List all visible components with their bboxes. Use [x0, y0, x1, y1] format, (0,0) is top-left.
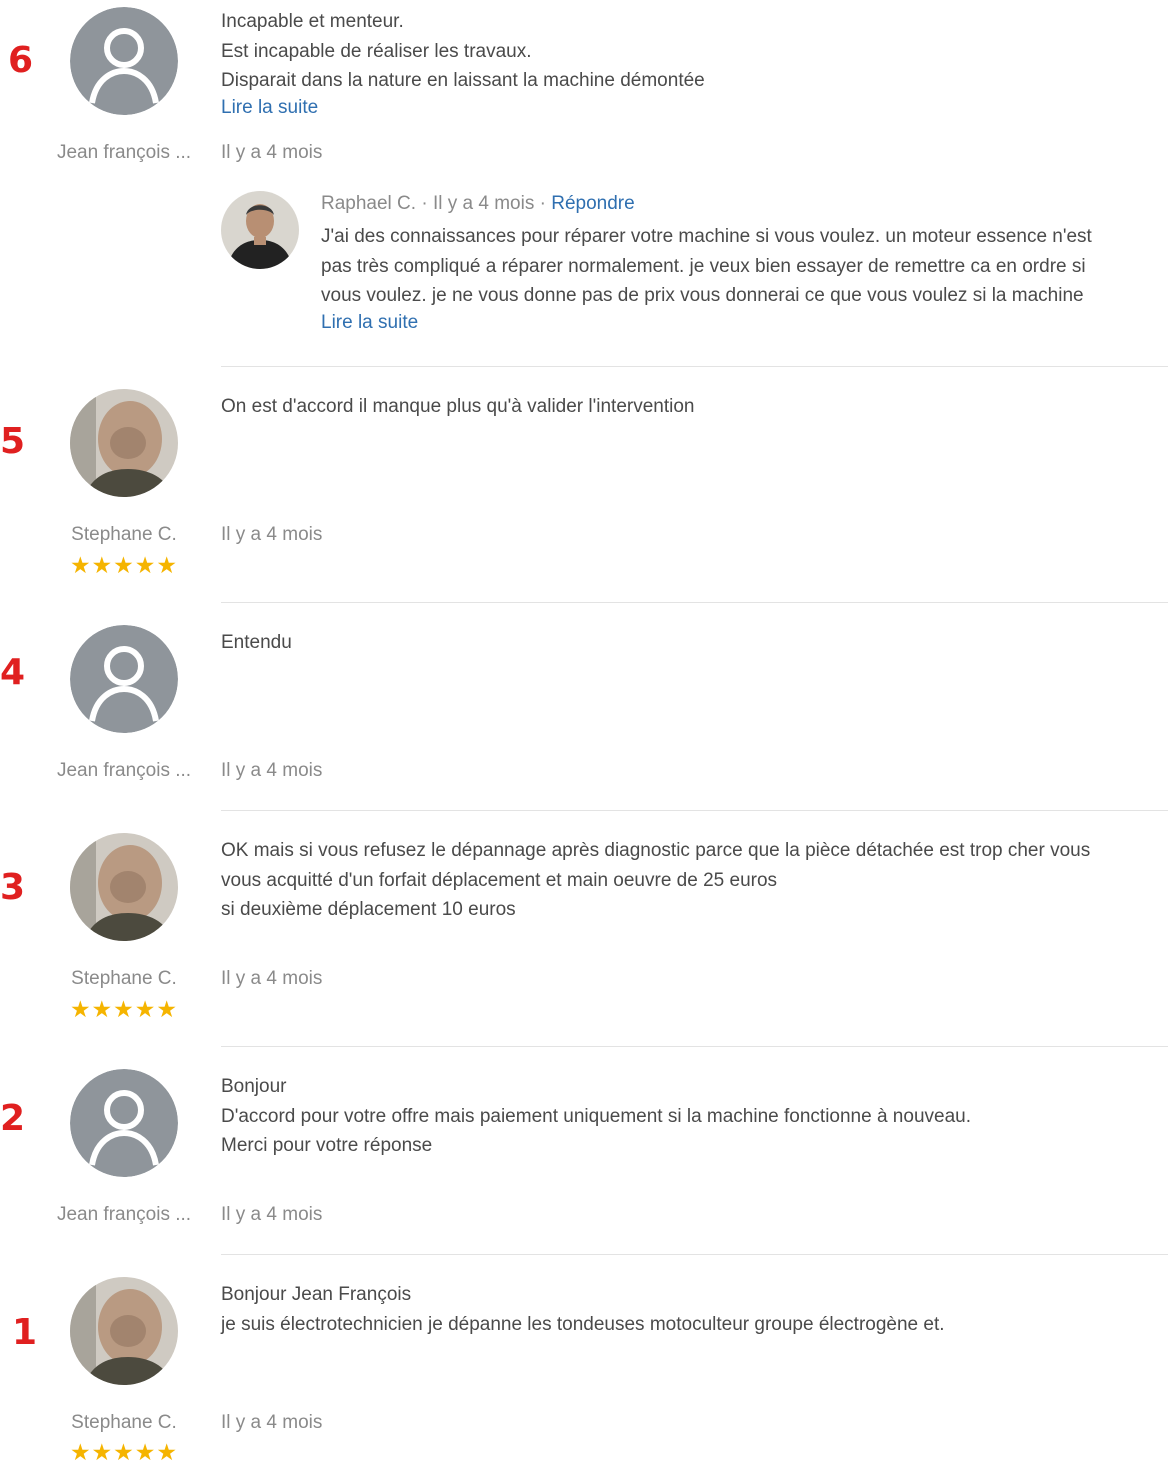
reply-header: Raphael C. · Il y a 4 mois · Répondre: [321, 193, 635, 215]
default-user-avatar-icon[interactable]: [70, 1069, 178, 1177]
comment-number-marker: 5: [0, 421, 26, 462]
comment-text-line: Merci pour votre réponse: [221, 1135, 433, 1156]
comment-date: Il y a 4 mois: [221, 142, 323, 163]
comment-author[interactable]: Jean françois ...: [44, 142, 204, 164]
comment-text-line: Est incapable de réaliser les travaux.: [221, 40, 532, 62]
reply-button[interactable]: Répondre: [551, 193, 634, 214]
comment-text-line: Disparait dans la nature en laissant la …: [221, 70, 705, 91]
comment-text: Bonjour Jean François je suis électrotec…: [221, 1280, 945, 1339]
comment-author[interactable]: Stephane C.: [44, 524, 204, 546]
comment-text: On est d'accord il manque plus qu'à vali…: [221, 392, 694, 422]
default-user-avatar-icon[interactable]: [70, 7, 178, 115]
read-more-link[interactable]: Lire la suite: [221, 96, 705, 120]
reply-text-line: pas très compliqué a réparer normalement…: [321, 255, 1086, 277]
comment-number-marker: 4: [0, 652, 26, 693]
comment-date: Il y a 4 mois: [221, 1412, 323, 1433]
comment-divider: [221, 366, 1168, 367]
comment-author[interactable]: Stephane C.: [44, 1412, 204, 1434]
comment-text-line: OK mais si vous refusez le dépannage apr…: [221, 840, 1091, 861]
user-photo-avatar[interactable]: [70, 1277, 178, 1385]
comment-text-line: On est d'accord il manque plus qu'à vali…: [221, 396, 695, 417]
comment-number-marker: 3: [0, 867, 26, 908]
comment-date: Il y a 4 mois: [221, 524, 323, 545]
comment-author[interactable]: Stephane C.: [44, 968, 204, 990]
comment-number-marker: 6: [8, 40, 34, 81]
reply-text: J'ai des connaissances pour réparer votr…: [321, 222, 1092, 335]
reply-date: Il y a 4 mois: [432, 193, 535, 214]
comment-divider: [221, 810, 1168, 811]
comment-text-line: Entendu: [221, 632, 292, 653]
comment-text: Bonjour D'accord pour votre offre mais p…: [221, 1072, 971, 1161]
comment-text-line: Bonjour Jean François: [221, 1284, 412, 1305]
comment-text-line: si deuxième déplacement 10 euros: [221, 899, 516, 920]
comment-number-marker: 2: [0, 1098, 26, 1139]
comment-date: Il y a 4 mois: [221, 1204, 323, 1225]
default-user-avatar-icon[interactable]: [70, 625, 178, 733]
comment-text: Entendu: [221, 628, 292, 658]
separator-dot: ·: [421, 193, 428, 214]
comment-divider: [221, 602, 1168, 603]
comment-divider: [221, 1254, 1168, 1255]
comment-date: Il y a 4 mois: [221, 760, 323, 781]
comment-author[interactable]: Jean françois ...: [44, 1204, 204, 1226]
star-rating: ★★★★★: [69, 1439, 179, 1465]
comment-text-line: vous acquitté d'un forfait déplacement e…: [221, 869, 778, 891]
star-rating: ★★★★★: [69, 996, 179, 1022]
reply-author[interactable]: Raphael C.: [321, 193, 416, 214]
comment-divider: [221, 1046, 1168, 1047]
star-rating: ★★★★★: [69, 552, 179, 578]
comment-text: Incapable et menteur. Est incapable de r…: [221, 7, 705, 120]
read-more-link[interactable]: Lire la suite: [321, 311, 1092, 335]
comment-text-line: Incapable et menteur.: [221, 11, 404, 32]
comment-author[interactable]: Jean françois ...: [44, 760, 204, 782]
comment-text-line: D'accord pour votre offre mais paiement …: [221, 1105, 971, 1127]
comment-number-marker: 1: [12, 1312, 38, 1353]
comment-text-line: Bonjour: [221, 1076, 287, 1097]
separator-dot: ·: [539, 193, 546, 214]
reply-author-avatar[interactable]: [221, 191, 299, 269]
comment-date: Il y a 4 mois: [221, 968, 323, 989]
reply-text-line: vous voulez. je ne vous donne pas de pri…: [321, 285, 1084, 306]
comment-text: OK mais si vous refusez le dépannage apr…: [221, 836, 1090, 925]
user-photo-avatar[interactable]: [70, 389, 178, 497]
reply-text-line: J'ai des connaissances pour réparer votr…: [321, 226, 1092, 247]
user-photo-avatar[interactable]: [70, 833, 178, 941]
comment-text-line: je suis électrotechnicien je dépanne les…: [221, 1313, 945, 1335]
